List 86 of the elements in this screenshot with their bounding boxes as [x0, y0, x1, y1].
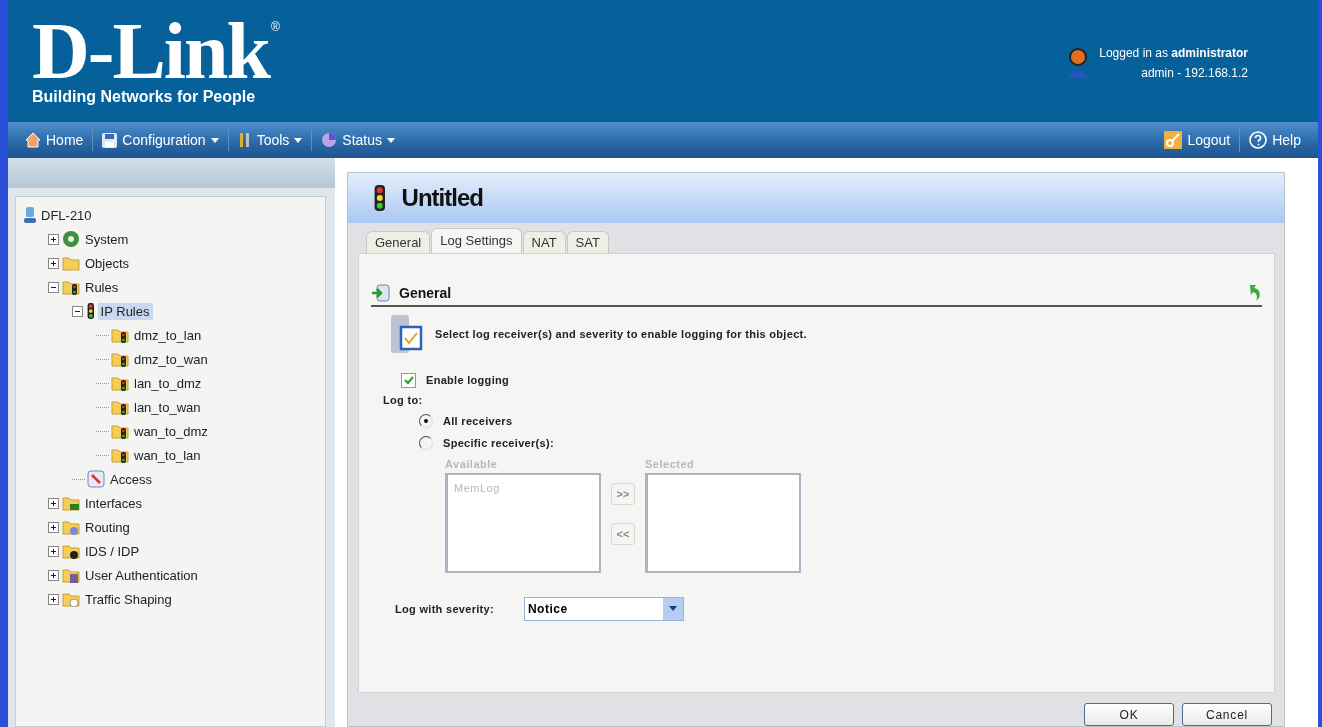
ok-button[interactable]: OK — [1084, 703, 1174, 726]
folder-icon — [111, 351, 129, 367]
tree-item[interactable]: Traffic Shaping — [82, 590, 175, 608]
nav-link[interactable]: Logout — [1155, 128, 1240, 152]
tree-item[interactable]: wan_to_dmz — [131, 422, 211, 440]
folder-icon — [111, 423, 129, 439]
tree-item[interactable]: IP Rules — [97, 302, 153, 320]
folder-icon — [62, 519, 80, 535]
plus-icon[interactable] — [48, 497, 59, 509]
folder-icon — [111, 399, 129, 415]
tab[interactable]: NAT — [522, 230, 566, 253]
tree-item[interactable]: Rules — [82, 278, 122, 296]
plus-icon[interactable] — [48, 233, 59, 245]
plus-icon[interactable] — [48, 521, 59, 533]
login-status: Logged in as administrator — [1099, 46, 1248, 60]
tree-item[interactable]: lan_to_dmz — [131, 374, 205, 392]
tree-item[interactable]: DFL-210 — [38, 206, 95, 224]
tree-item[interactable]: Interfaces — [82, 494, 146, 512]
folder-icon — [111, 375, 129, 391]
tree-item[interactable]: Objects — [82, 254, 133, 272]
traffic-light-icon — [86, 303, 96, 319]
section-title: General — [399, 284, 452, 301]
server-document-icon — [391, 312, 423, 355]
tree-item[interactable]: dmz_to_lan — [131, 326, 205, 344]
field-label: Log to: — [383, 393, 423, 406]
tools-icon — [237, 132, 252, 148]
checkbox[interactable] — [401, 372, 416, 388]
logo: D-Link — [32, 20, 269, 82]
tab[interactable]: SAT — [566, 230, 609, 253]
tree-item[interactable]: IDS / IDP — [82, 542, 143, 560]
severity-select[interactable]: Notice — [523, 596, 684, 621]
nav-menu-item[interactable]: Tools — [227, 129, 312, 151]
help-icon — [1249, 131, 1268, 149]
cancel-button[interactable]: Cancel — [1182, 703, 1272, 726]
nav-menu-item[interactable]: Configuration — [92, 129, 228, 151]
plus-icon[interactable] — [48, 593, 59, 605]
gear-icon — [62, 230, 80, 248]
tree-item[interactable]: System — [82, 230, 132, 248]
folder-icon — [62, 543, 80, 559]
folder-icon — [62, 255, 80, 271]
key-icon — [1164, 131, 1183, 149]
nav-menu-item[interactable]: Home — [16, 129, 93, 151]
tree-item[interactable]: Access — [107, 470, 155, 488]
plus-icon[interactable] — [48, 569, 59, 581]
tree-item[interactable]: lan_to_wan — [131, 398, 204, 416]
tree-item[interactable]: dmz_to_wan — [131, 350, 211, 368]
folder-icon — [62, 591, 80, 607]
plus-icon[interactable] — [48, 545, 59, 557]
field-label: Log with severity: — [395, 602, 494, 615]
nav-menu-item[interactable]: Status — [311, 129, 405, 151]
traffic-light-icon — [372, 184, 388, 211]
access-icon — [87, 470, 105, 488]
folder-icon — [111, 447, 129, 463]
caret-icon — [668, 606, 677, 612]
user-icon — [1067, 48, 1090, 78]
folder-icon — [62, 495, 80, 511]
home-icon — [25, 132, 41, 148]
tree-item[interactable]: wan_to_lan — [131, 446, 204, 464]
computer-icon — [24, 207, 36, 223]
folder-icon — [111, 327, 129, 343]
tagline: Building Networks for People — [32, 88, 257, 106]
undo-arrow-icon[interactable] — [1248, 283, 1262, 302]
minus-icon[interactable] — [48, 281, 59, 293]
tree-item[interactable]: User Authentication — [82, 566, 201, 584]
tree-item[interactable]: Routing — [82, 518, 133, 536]
nav-link[interactable]: Help — [1239, 128, 1310, 152]
minus-icon[interactable] — [72, 305, 83, 317]
list-label: Available — [445, 457, 499, 470]
folder-icon — [62, 279, 80, 295]
dialog-title: Untitled — [401, 183, 483, 212]
pie-icon — [321, 132, 338, 148]
arrow-page-icon — [371, 283, 391, 302]
list-label: Selected — [645, 457, 696, 470]
radio-label: Specific receiver(s): — [443, 436, 554, 449]
radio-button[interactable] — [419, 435, 433, 450]
folder-icon — [62, 567, 80, 583]
checkbox-label: Enable logging — [426, 374, 510, 387]
radio-label: All receivers — [443, 414, 513, 427]
floppy-icon — [102, 132, 118, 148]
plus-icon[interactable] — [48, 257, 59, 269]
description-text: Select log receiver(s) and severity to enable logging for this object. — [435, 327, 807, 340]
tab[interactable]: Log Settings — [431, 227, 522, 253]
session-info: admin - 192.168.1.2 — [1141, 66, 1248, 80]
tab[interactable]: General — [366, 230, 431, 253]
registered-mark: ® — [271, 20, 280, 34]
radio-button[interactable] — [419, 413, 433, 428]
